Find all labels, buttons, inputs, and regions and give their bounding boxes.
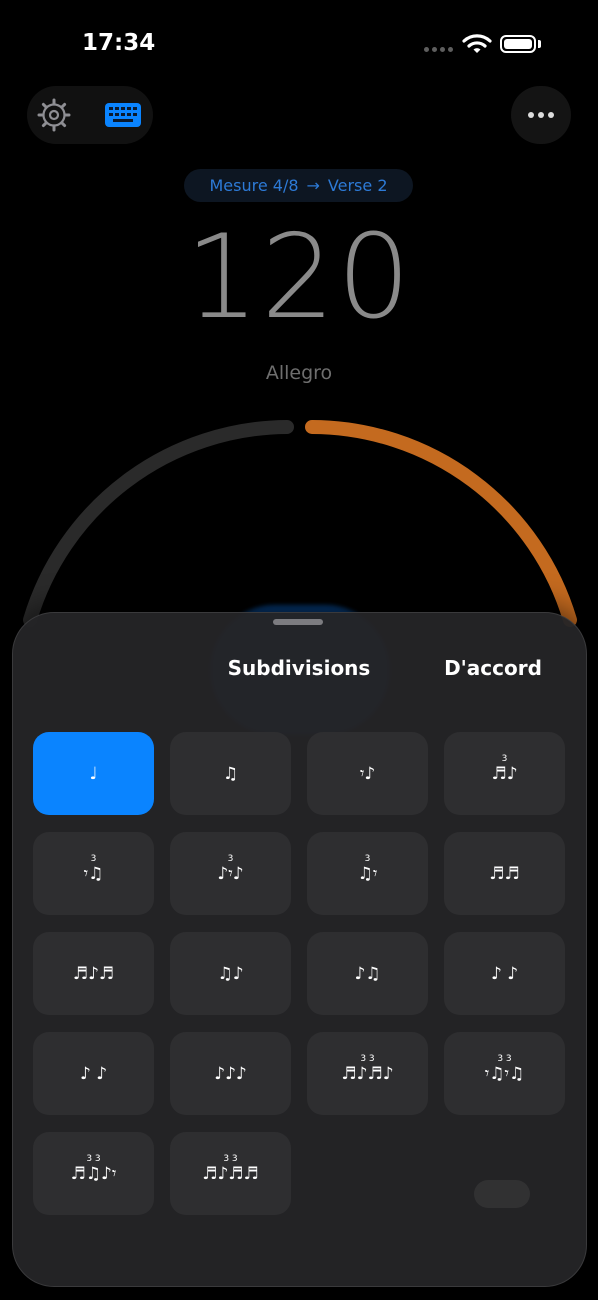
keyboard-icon [105, 103, 141, 127]
tuplet-marker: 3 [501, 754, 508, 764]
note-icon: ♫𝄾 [357, 863, 378, 884]
subdivision-option[interactable]: ♩ [33, 732, 154, 815]
note-icon: ♬♪ [491, 763, 518, 784]
sheet-grabber[interactable] [273, 619, 323, 625]
battery-tip [538, 40, 541, 48]
note-icon: ♬♪♬♬ [202, 1163, 259, 1184]
cellular-signal-icon [424, 47, 453, 52]
background-control [474, 1180, 530, 1208]
section-label: Verse 2 [327, 176, 388, 195]
subdivision-option[interactable]: 3 3 ♬♪♬♪ [307, 1032, 428, 1115]
note-icon: ♪♫ [354, 963, 381, 984]
dial-track [23, 420, 294, 627]
dial-progress [305, 420, 577, 627]
tuplet-marker: 3 [90, 854, 97, 864]
subdivision-option[interactable]: ♬♬ [444, 832, 565, 915]
more-button[interactable] [511, 86, 571, 144]
tuplet-marker: 3 [364, 854, 371, 864]
arrow-icon: → [306, 176, 320, 195]
subdivision-option[interactable]: 3 3 ♬♫♪𝄾 [33, 1132, 154, 1215]
note-icon: 𝄾♫𝄾♫ [484, 1063, 525, 1084]
subdivision-option[interactable]: 3 ♬♪ [444, 732, 565, 815]
note-icon: ♪ ♪ [79, 1063, 108, 1084]
note-icon: ♬♬ [489, 863, 520, 884]
gear-icon [37, 98, 71, 132]
subdivision-option[interactable]: ♫♪ [170, 932, 291, 1015]
subdivision-grid: ♩ ♫ 𝄾♪ 3 ♬♪ 3 𝄾♫ 3 ♪𝄾♪ 3 ♫𝄾 ♬♬ ♬♪♬ ♫♪ ♪♫ ♪ ♪ ♪ ♪ ♪♪♪ 3 3 ♬♪… [33, 732, 566, 1215]
subdivision-option[interactable]: ♪ ♪ [444, 932, 565, 1015]
subdivision-option[interactable]: ♪♪♪ [170, 1032, 291, 1115]
subdivision-option[interactable]: 𝄾♪ [307, 732, 428, 815]
tuplet-marker: 3 3 [86, 1154, 101, 1164]
subdivision-option[interactable]: ♪ ♪ [33, 1032, 154, 1115]
note-icon: ♪ ♪ [490, 963, 519, 984]
tuplet-marker: 3 [227, 854, 234, 864]
settings-button[interactable] [34, 95, 74, 135]
subdivision-option[interactable]: 3 3 ♬♪♬♬ [170, 1132, 291, 1215]
keyboard-button[interactable] [100, 95, 146, 135]
wifi-icon [462, 34, 492, 53]
subdivision-option[interactable]: 3 ♪𝄾♪ [170, 832, 291, 915]
note-icon: ♪𝄾♪ [217, 863, 244, 884]
note-icon: 𝄾♫ [83, 863, 104, 884]
note-icon: ♩ [89, 763, 98, 784]
done-button[interactable]: D'accord [440, 656, 546, 680]
tempo-value[interactable]: 120 [0, 210, 598, 345]
note-icon: ♫♪ [217, 963, 244, 984]
tuplet-marker: 3 3 [497, 1054, 512, 1064]
note-icon: ♬♫♪𝄾 [70, 1163, 117, 1184]
ellipsis-icon [528, 112, 534, 118]
subdivision-option[interactable]: 3 ♫𝄾 [307, 832, 428, 915]
note-icon: ♬♪♬♪ [341, 1063, 394, 1084]
note-icon: ♫ [222, 763, 239, 784]
battery-icon [500, 35, 536, 53]
measure-indicator[interactable]: Mesure 4/8 → Verse 2 [184, 169, 413, 202]
tuplet-marker: 3 3 [223, 1154, 238, 1164]
status-time: 17:34 [82, 30, 156, 56]
note-icon: 𝄾♪ [359, 763, 376, 784]
subdivision-option[interactable]: 3 𝄾♫ [33, 832, 154, 915]
note-icon: ♬♪♬ [72, 963, 115, 984]
tuplet-marker: 3 3 [360, 1054, 375, 1064]
note-icon: ♪♪♪ [214, 1063, 247, 1084]
subdivision-option[interactable]: ♪♫ [307, 932, 428, 1015]
subdivision-option[interactable]: ♬♪♬ [33, 932, 154, 1015]
measure-label: Mesure 4/8 [209, 176, 299, 195]
subdivision-option[interactable]: 3 3 𝄾♫𝄾♫ [444, 1032, 565, 1115]
status-bar: 17:34 [0, 0, 598, 90]
subdivision-option[interactable]: ♫ [170, 732, 291, 815]
